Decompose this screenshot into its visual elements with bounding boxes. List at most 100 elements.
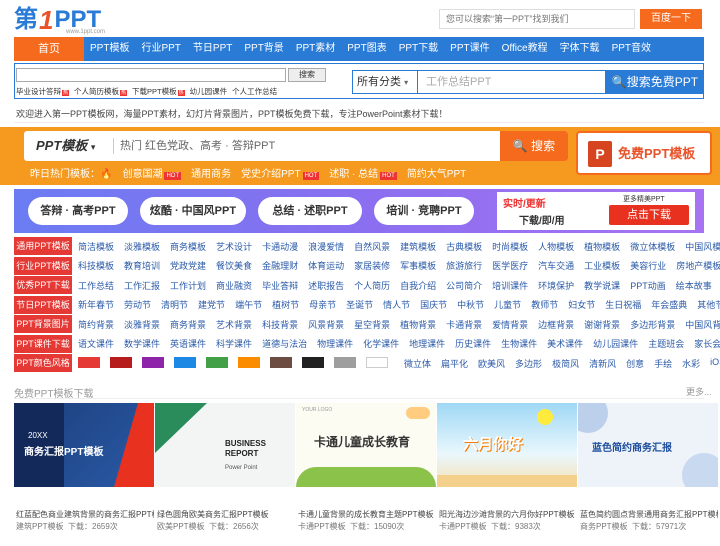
category-link[interactable]: 星空背景 xyxy=(354,318,390,331)
category-link[interactable]: 爱情背景 xyxy=(492,318,528,331)
category-link[interactable]: 地理课件 xyxy=(409,337,445,350)
category-link[interactable]: 中国风模板 xyxy=(685,240,720,253)
hot-item[interactable]: 创意国潮 HOT xyxy=(122,165,182,180)
hot-item[interactable]: 通用商务 xyxy=(191,165,231,180)
category-link[interactable]: 多边形背景 xyxy=(630,318,675,331)
category-link[interactable]: 建党节 xyxy=(198,298,225,311)
category-link[interactable]: 古典模板 xyxy=(446,240,482,253)
category-link[interactable]: 教师节 xyxy=(531,298,558,311)
category-link[interactable]: 谢谢背景 xyxy=(584,318,620,331)
hot-link[interactable]: 个人简历模板热 xyxy=(74,86,128,97)
category-link[interactable]: 微立体 xyxy=(404,357,431,370)
category-link[interactable]: 工作计划 xyxy=(170,279,206,292)
baidu-search-button[interactable]: 百度一下 xyxy=(640,9,702,29)
category-label[interactable]: 通用PPT模板 xyxy=(14,237,72,255)
category-link[interactable]: 党政党建 xyxy=(170,259,206,272)
category-link[interactable]: 卡通动漫 xyxy=(262,240,298,253)
color-swatch[interactable] xyxy=(78,356,100,368)
category-link[interactable]: 幼儿园课件 xyxy=(593,337,638,350)
category-link[interactable]: 国庆节 xyxy=(420,298,447,311)
card-thumbnail[interactable]: YOUR LOGO 卡通儿童成长教育 xyxy=(296,403,436,487)
category-link[interactable]: 美术课件 xyxy=(547,337,583,350)
category-link[interactable]: 欧美风 xyxy=(478,357,505,370)
category-link[interactable]: 环境保护 xyxy=(538,279,574,292)
category-link[interactable]: 数学课件 xyxy=(124,337,160,350)
nav-item[interactable]: 字体下载 xyxy=(554,37,606,61)
category-link[interactable]: 工作汇报 xyxy=(124,279,160,292)
category-link[interactable]: 人物模板 xyxy=(538,240,574,253)
category-link[interactable]: 旅游旅行 xyxy=(446,259,482,272)
category-link[interactable]: 妇女节 xyxy=(568,298,595,311)
category-select[interactable]: 所有分类 ▾ xyxy=(352,70,418,94)
category-link[interactable]: 圣诞节 xyxy=(346,298,373,311)
category-link[interactable]: 医学医疗 xyxy=(492,259,528,272)
main-search-input[interactable]: 工作总结PPT xyxy=(418,70,606,94)
template-card[interactable]: 20XX 商务汇报PPT模板 红蓝配色商业建筑背景的商务汇报PPT模板 建筑PP… xyxy=(14,403,154,533)
color-swatch[interactable] xyxy=(206,356,228,368)
color-swatch[interactable] xyxy=(142,356,164,368)
category-link[interactable]: PPT动画 xyxy=(630,279,666,292)
category-link[interactable]: 培训课件 xyxy=(492,279,528,292)
pill-training[interactable]: 培训 · 竞聘PPT xyxy=(374,197,474,225)
template-search-input[interactable]: 热门 红色党政、高考 · 答辩PPT xyxy=(120,134,500,158)
category-link[interactable]: 科技背景 xyxy=(262,318,298,331)
category-link[interactable]: 清新风 xyxy=(589,357,616,370)
color-swatch[interactable] xyxy=(270,356,292,368)
category-link[interactable]: 述职报告 xyxy=(308,279,344,292)
card-thumbnail[interactable]: BUSINESS REPORT Power Point xyxy=(155,403,295,487)
hot-link[interactable]: 毕业设计答辩热 xyxy=(16,86,70,97)
nav-item[interactable]: 行业PPT xyxy=(135,37,186,61)
category-link[interactable]: 植物背景 xyxy=(400,318,436,331)
category-link[interactable]: 自然风景 xyxy=(354,240,390,253)
color-swatch[interactable] xyxy=(238,356,260,368)
category-link[interactable]: 科技模板 xyxy=(78,259,114,272)
category-link[interactable]: 化学课件 xyxy=(363,337,399,350)
template-card[interactable]: BUSINESS REPORT Power Point 绿色圆角欧美商务汇报PP… xyxy=(155,403,295,533)
category-link[interactable]: 多边形 xyxy=(515,357,542,370)
category-link[interactable]: 创意 xyxy=(626,357,644,370)
category-link[interactable]: 毕业答辩 xyxy=(262,279,298,292)
nav-item[interactable]: PPT背景 xyxy=(238,37,289,61)
free-ppt-button[interactable]: P 免费PPT模板 xyxy=(576,131,712,175)
card-title[interactable]: 卡通儿童背景的成长教育主题PPT模板 xyxy=(298,509,436,520)
hot-link[interactable]: 个人工作总结 xyxy=(232,86,277,97)
category-label[interactable]: 节日PPT模板 xyxy=(14,295,72,314)
download-promo[interactable]: 实时/更新 下载/即/用 更多精美PPT 点击下载 xyxy=(497,192,695,230)
category-link[interactable]: 水彩 xyxy=(682,357,700,370)
category-link[interactable]: 美容行业 xyxy=(630,259,666,272)
category-link[interactable]: 物理课件 xyxy=(317,337,353,350)
category-link[interactable]: 清明节 xyxy=(161,298,188,311)
category-label[interactable]: PPT背景图片 xyxy=(14,315,72,333)
nav-item[interactable]: PPT课件 xyxy=(444,37,495,61)
category-link[interactable]: 生日祝福 xyxy=(605,298,641,311)
nav-item[interactable]: PPT模板 xyxy=(84,37,135,61)
category-label[interactable]: 优秀PPT下载 xyxy=(14,276,72,294)
download-button[interactable]: 点击下载 xyxy=(609,205,689,225)
category-link[interactable]: 卡通背景 xyxy=(446,318,482,331)
main-search-button[interactable]: 🔍搜索免费PPT xyxy=(606,70,704,94)
pill-defense[interactable]: 答辩 · 高考PPT xyxy=(28,197,128,225)
nav-item[interactable]: PPT图表 xyxy=(341,37,392,61)
category-link[interactable]: iOS xyxy=(710,357,720,370)
sub-search-input[interactable] xyxy=(16,68,286,82)
card-title[interactable]: 蓝色简约圆点背景通用商务汇报PPT模板 xyxy=(580,509,718,520)
color-swatch[interactable] xyxy=(366,356,388,368)
nav-item[interactable]: PPT下载 xyxy=(393,37,444,61)
color-swatch[interactable] xyxy=(302,356,324,368)
category-link[interactable]: 扁平化 xyxy=(441,357,468,370)
category-link[interactable]: 微立体模板 xyxy=(630,240,675,253)
category-link[interactable]: 公司简介 xyxy=(446,279,482,292)
category-link[interactable]: 其他节日 xyxy=(697,298,720,311)
nav-item[interactable]: PPT素材 xyxy=(290,37,341,61)
card-title[interactable]: 阳光海边沙滩背景的六月你好PPT模板 xyxy=(439,509,577,520)
category-link[interactable]: 情人节 xyxy=(383,298,410,311)
category-link[interactable]: 艺术背景 xyxy=(216,318,252,331)
category-link[interactable]: 植物模板 xyxy=(584,240,620,253)
category-link[interactable]: 绘本故事 xyxy=(676,279,712,292)
card-title[interactable]: 绿色圆角欧美商务汇报PPT模板 xyxy=(157,509,295,520)
card-thumbnail[interactable]: 20XX 商务汇报PPT模板 xyxy=(14,403,154,487)
category-link[interactable]: 家长会 xyxy=(694,337,720,350)
category-link[interactable]: 商务模板 xyxy=(170,240,206,253)
category-label[interactable]: PPT颜色风格 xyxy=(14,354,72,372)
category-link[interactable]: 中国风背景 xyxy=(685,318,720,331)
